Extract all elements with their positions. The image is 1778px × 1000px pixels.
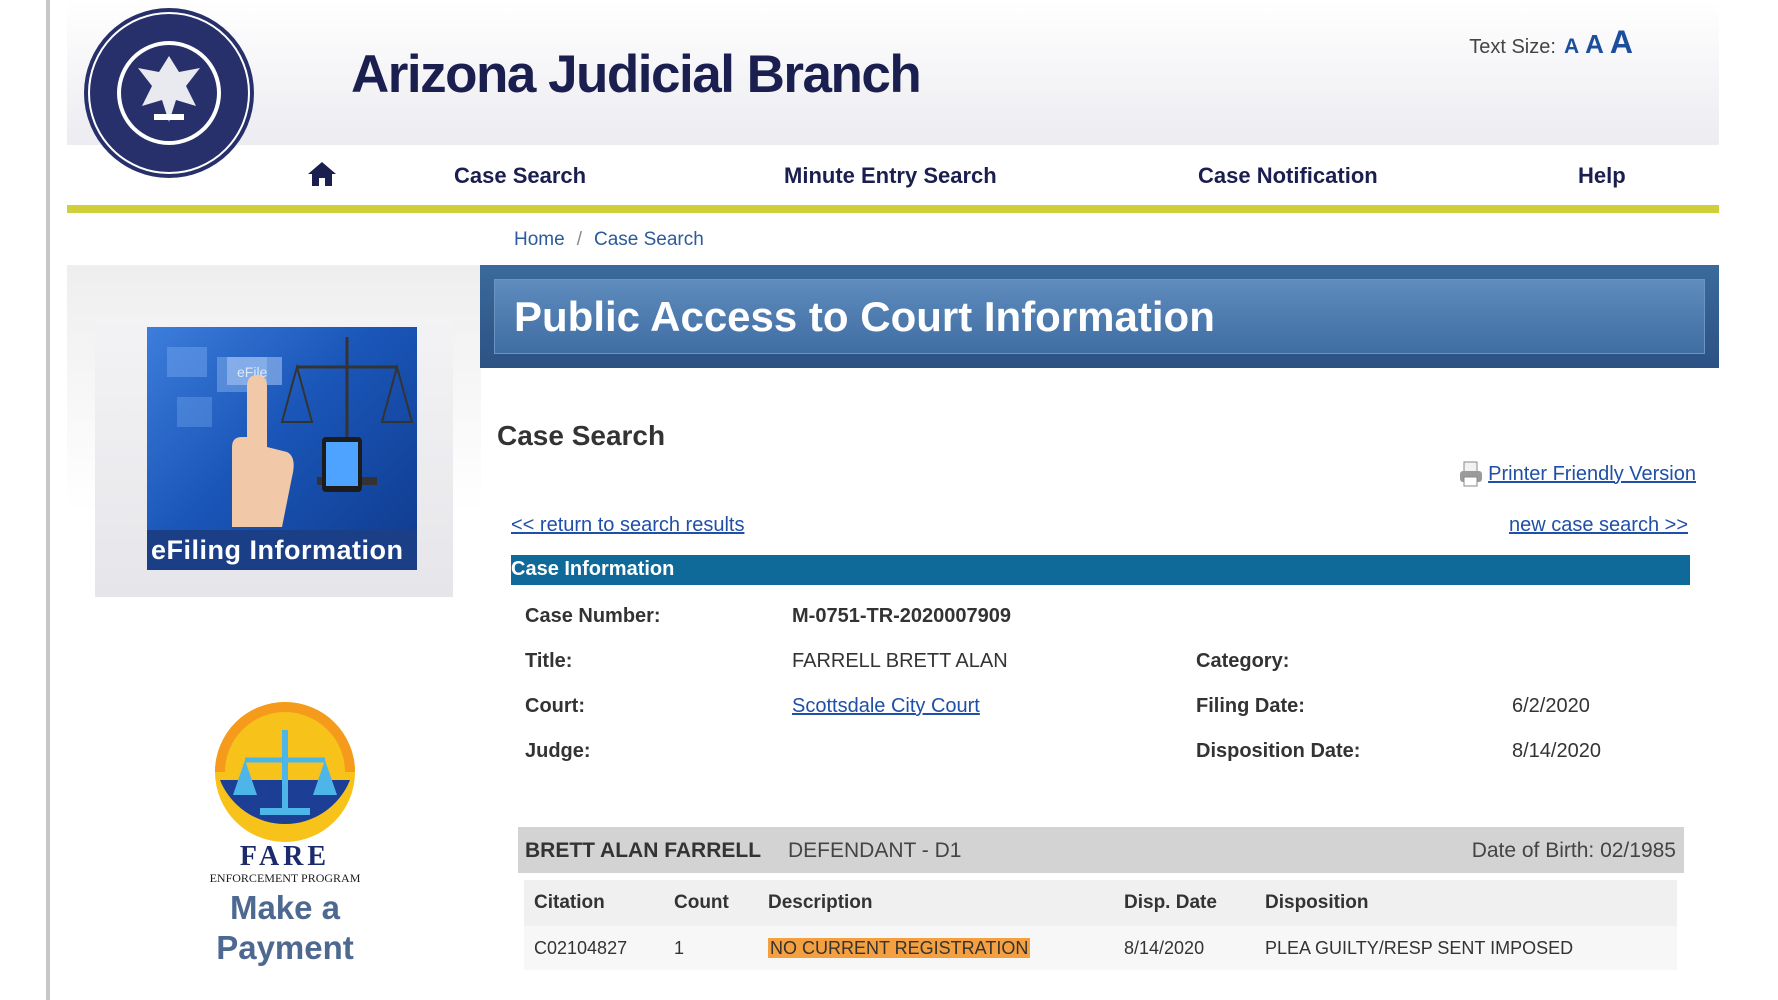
citation-cell: C02104827 (524, 926, 664, 970)
title-value: FARRELL BRETT ALAN (792, 650, 1008, 672)
page-banner: Public Access to Court Information (480, 265, 1719, 368)
breadcrumb: Home / Case Search (514, 229, 704, 251)
party-header: BRETT ALAN FARRELL DEFENDANT - D1 Date o… (518, 827, 1684, 873)
filing-date-value: 6/2/2020 (1512, 695, 1590, 717)
column-header-description: Description (758, 880, 1114, 926)
title-label: Title: (525, 650, 573, 672)
main-nav: Case Search Minute Entry Search Case Not… (67, 145, 1719, 205)
disposition-date-value: 8/14/2020 (1512, 740, 1601, 762)
count-cell: 1 (664, 926, 758, 970)
efiling-information-banner[interactable]: eFile eFiling Information (147, 327, 417, 570)
home-icon[interactable] (307, 161, 337, 187)
make-payment-link[interactable]: Make a Payment (190, 888, 380, 968)
party-name: BRETT ALAN FARRELL (525, 839, 762, 862)
page-left-border (46, 0, 50, 1000)
column-header-disposition: Disposition (1255, 880, 1677, 926)
party-date-of-birth: Date of Birth: 02/1985 (1471, 839, 1676, 862)
case-information-heading: Case Information (511, 555, 1690, 585)
printer-friendly-link[interactable]: Printer Friendly Version (1458, 460, 1696, 488)
printer-icon (1460, 461, 1483, 487)
column-header-disp-date: Disp. Date (1114, 880, 1255, 926)
new-case-search-link[interactable]: new case search >> (1509, 514, 1688, 537)
judge-label: Judge: (525, 740, 591, 762)
disposition-date-label: Disposition Date: (1196, 740, 1361, 762)
text-size-small-button[interactable]: A (1564, 35, 1579, 59)
return-to-results-link[interactable]: << return to search results (511, 514, 744, 537)
charges-table: Citation Count Description Disp. Date Di… (524, 880, 1677, 970)
case-number-label: Case Number: (525, 605, 661, 627)
nav-case-notification[interactable]: Case Notification (1198, 163, 1378, 189)
court-label: Court: (525, 695, 585, 717)
column-header-citation: Citation (524, 880, 664, 926)
category-label: Category: (1196, 650, 1290, 672)
site-header: Arizona Judicial Branch Text Size: A A A (67, 0, 1719, 145)
nav-help[interactable]: Help (1578, 163, 1626, 189)
breadcrumb-home-link[interactable]: Home (514, 229, 565, 250)
case-number-value: M-0751-TR-2020007909 (792, 605, 1012, 627)
text-size-large-button[interactable]: A (1610, 24, 1633, 61)
breadcrumb-separator: / (576, 229, 582, 250)
efiling-illustration-icon: eFile (167, 337, 414, 527)
efiling-information-label: eFiling Information (147, 530, 417, 570)
section-title: Case Search (497, 420, 666, 451)
printer-friendly-text[interactable]: Printer Friendly Version (1488, 463, 1696, 486)
fare-program-logo[interactable]: FARE ENFORCEMENT PROGRAM (185, 680, 385, 885)
disp-date-cell: 8/14/2020 (1114, 926, 1255, 970)
fare-program-text: ENFORCEMENT PROGRAM (210, 871, 361, 885)
site-title: Arizona Judicial Branch (351, 45, 922, 104)
description-cell: NO CURRENT REGISTRATION (768, 937, 1031, 958)
text-size-medium-button[interactable]: A (1585, 29, 1604, 60)
supreme-court-seal-logo[interactable] (82, 6, 256, 180)
column-header-count: Count (664, 880, 758, 926)
text-size-controls: Text Size: A A A (1469, 24, 1633, 61)
breadcrumb-case-search-link[interactable]: Case Search (594, 229, 704, 250)
text-size-label: Text Size: (1469, 36, 1556, 58)
nav-case-search[interactable]: Case Search (454, 163, 586, 189)
fare-text: FARE (240, 841, 330, 872)
banner-title: Public Access to Court Information (514, 293, 1215, 340)
nav-minute-entry-search[interactable]: Minute Entry Search (784, 163, 997, 189)
party-role: DEFENDANT - D1 (788, 839, 962, 862)
table-row: C02104827 1 NO CURRENT REGISTRATION 8/14… (524, 926, 1677, 970)
filing-date-label: Filing Date: (1196, 695, 1305, 717)
court-link[interactable]: Scottsdale City Court (792, 695, 980, 717)
nav-underline (67, 205, 1719, 213)
disposition-cell: PLEA GUILTY/RESP SENT IMPOSED (1255, 926, 1677, 970)
charges-header-row: Citation Count Description Disp. Date Di… (524, 880, 1677, 926)
